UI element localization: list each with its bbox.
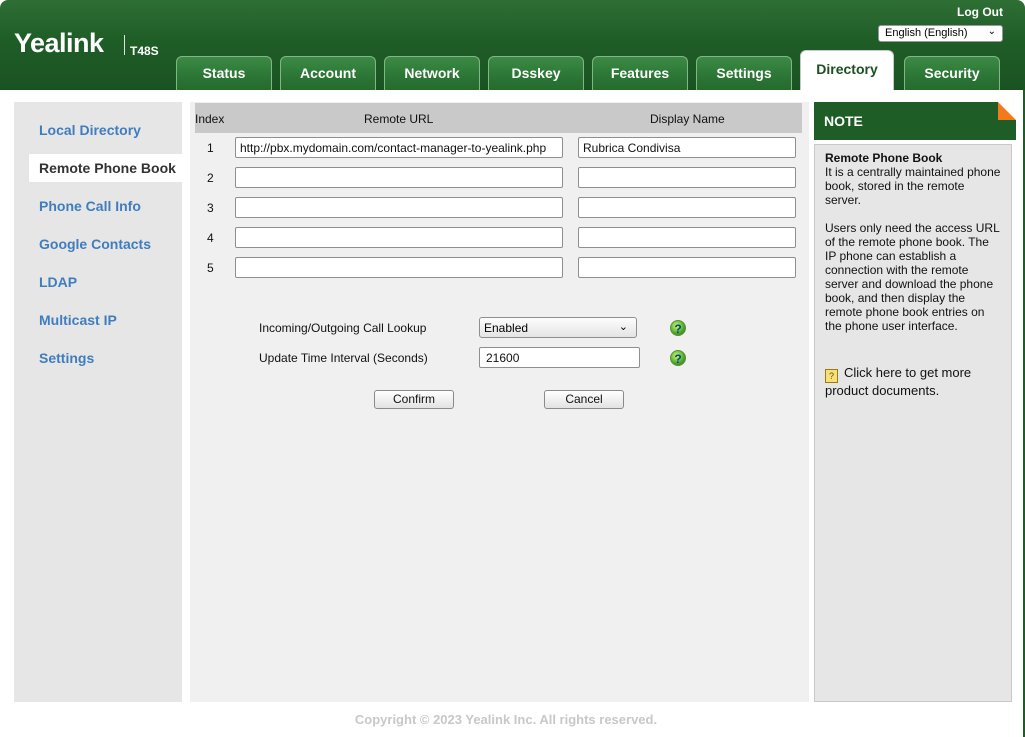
sidebar-item-multicast-ip[interactable]: Multicast IP — [39, 312, 117, 328]
tab-dsskey[interactable]: Dsskey — [488, 56, 584, 90]
header-remote-url: Remote URL — [364, 112, 434, 126]
note-header: NOTE — [814, 102, 1016, 140]
corner-fold-icon — [998, 102, 1016, 120]
update-interval-input[interactable]: 21600 — [479, 347, 640, 368]
documents-link-text: Click here to get more product documents… — [825, 365, 972, 398]
remote-url-input-5[interactable] — [235, 257, 563, 278]
row-index: 2 — [207, 171, 214, 185]
chevron-down-icon: ⌄ — [618, 321, 628, 333]
chevron-down-icon: ⌄ — [987, 26, 996, 37]
tab-settings[interactable]: Settings — [696, 56, 792, 90]
call-lookup-label: Incoming/Outgoing Call Lookup — [259, 321, 427, 335]
note-paragraph-1: It is a centrally maintained phone book,… — [825, 165, 1001, 207]
sidebar-item-phone-call-info[interactable]: Phone Call Info — [39, 198, 141, 214]
confirm-button[interactable]: Confirm — [374, 390, 454, 409]
header-display-name: Display Name — [650, 112, 725, 126]
yealink-logo: Yealink — [14, 28, 104, 58]
sidebar-item-settings[interactable]: Settings — [39, 350, 94, 366]
table-header: Index Remote URL Display Name — [195, 103, 802, 133]
language-value: English (English) — [885, 27, 968, 39]
tab-security[interactable]: Security — [904, 56, 1000, 90]
tab-account[interactable]: Account — [280, 56, 376, 90]
logout-link[interactable]: Log Out — [957, 5, 1003, 19]
copyright-footer: Copyright © 2023 Yealink Inc. All rights… — [354, 712, 658, 727]
documents-link[interactable]: ? Click here to get more product document… — [825, 365, 1005, 398]
display-name-input-4[interactable] — [578, 227, 796, 248]
tab-network[interactable]: Network — [384, 56, 480, 90]
display-name-input-5[interactable] — [578, 257, 796, 278]
header-index: Index — [195, 112, 225, 126]
remote-url-input-3[interactable] — [235, 197, 563, 218]
model-label: T48S — [130, 44, 159, 58]
call-lookup-value: Enabled — [484, 321, 529, 335]
tab-status[interactable]: Status — [176, 56, 272, 90]
note-panel: Remote Phone Book It is a centrally main… — [814, 144, 1012, 702]
update-interval-label: Update Time Interval (Seconds) — [259, 351, 428, 365]
note-paragraph-2: Users only need the access URL of the re… — [825, 221, 1000, 333]
row-index: 4 — [207, 231, 214, 245]
remote-url-input-4[interactable] — [235, 227, 563, 248]
call-lookup-select[interactable]: Enabled ⌄ — [479, 317, 637, 338]
display-name-input-2[interactable] — [578, 167, 796, 188]
row-index: 5 — [207, 261, 214, 275]
sidebar-item-local-directory[interactable]: Local Directory — [39, 122, 141, 138]
main-content: Index Remote URL Display Name 1 http://p… — [190, 102, 809, 702]
remote-url-input-2[interactable] — [235, 167, 563, 188]
document-help-icon: ? — [825, 369, 838, 383]
row-index: 3 — [207, 201, 214, 215]
help-icon[interactable]: ? — [670, 320, 686, 336]
note-title: Remote Phone Book — [825, 151, 943, 165]
cancel-button[interactable]: Cancel — [544, 390, 624, 409]
sidebar-item-remote-phone-book[interactable]: Remote Phone Book — [29, 154, 190, 182]
sidebar-item-google-contacts[interactable]: Google Contacts — [39, 236, 151, 252]
row-index: 1 — [207, 141, 214, 155]
sidebar: Local Directory Remote Phone Book Phone … — [14, 102, 190, 702]
display-name-input-1[interactable]: Rubrica Condivisa — [578, 137, 796, 158]
tab-directory[interactable]: Directory — [800, 50, 894, 90]
logo-divider — [124, 35, 125, 55]
sidebar-item-ldap[interactable]: LDAP — [39, 274, 77, 290]
note-heading: NOTE — [824, 113, 863, 129]
remote-url-input-1[interactable]: http://pbx.mydomain.com/contact-manager-… — [235, 137, 563, 158]
tab-features[interactable]: Features — [592, 56, 688, 90]
language-select[interactable]: English (English) ⌄ — [878, 25, 1003, 42]
display-name-input-3[interactable] — [578, 197, 796, 218]
help-icon[interactable]: ? — [670, 350, 686, 366]
